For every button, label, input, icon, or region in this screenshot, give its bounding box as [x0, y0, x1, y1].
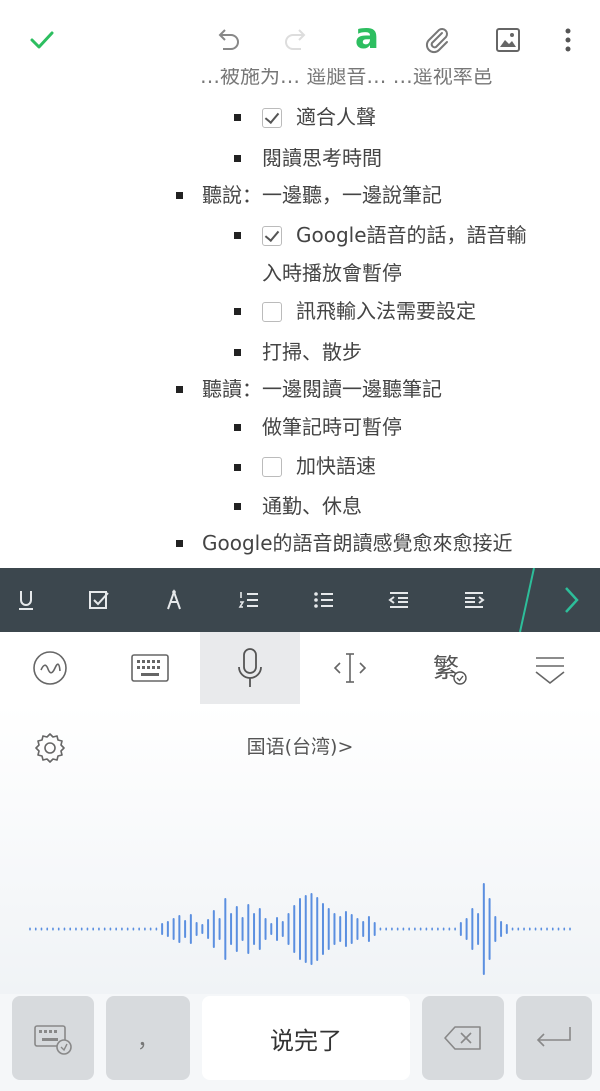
checkbox-unchecked[interactable]: [262, 457, 282, 477]
text-format-button[interactable]: a: [345, 18, 389, 62]
outdent-icon: [388, 592, 408, 608]
bullet: [234, 114, 241, 121]
backspace-key[interactable]: [422, 996, 504, 1080]
underline-button[interactable]: [4, 578, 48, 622]
redo-icon: [285, 29, 306, 50]
keyboard-icon: [131, 654, 169, 682]
voice-waveform: [29, 883, 571, 975]
bulleted-list-button[interactable]: [302, 578, 346, 622]
bullet: [176, 540, 183, 547]
checklist-button[interactable]: [77, 578, 121, 622]
list-item: Google語音的話，語音輸: [296, 223, 527, 247]
list-item: 通勤、休息: [262, 494, 362, 518]
cut-off-line: …被施为… 遥腿音… …遥视率邑: [200, 68, 493, 88]
highlight-button[interactable]: [152, 578, 196, 622]
traditional-simplified-icon: 繁: [433, 654, 467, 685]
insert-image-button[interactable]: [486, 18, 530, 62]
paperclip-icon: [425, 28, 448, 54]
undo-icon: [218, 29, 239, 50]
bullet: [234, 232, 241, 239]
keyboard-switch-icon: [34, 1025, 72, 1055]
indent-icon: [465, 592, 485, 608]
keyboard-tab-bar: 繁: [0, 632, 600, 704]
tab-handwriting[interactable]: [0, 632, 100, 704]
attach-button[interactable]: [415, 18, 459, 62]
list-item: 聽讀：一邊閱讀一邊聽筆記: [202, 377, 442, 401]
more-vertical-icon: [565, 28, 571, 52]
bullet: [234, 349, 241, 356]
bullet: [234, 424, 241, 431]
bullet: [234, 155, 241, 162]
bulleted-list-icon: [314, 592, 333, 608]
undo-button[interactable]: [206, 18, 250, 62]
list-item-continuation: 入時播放會暫停: [262, 261, 402, 285]
underline-icon: [19, 591, 33, 610]
list-item: 做筆記時可暫停: [262, 415, 402, 439]
confirm-button[interactable]: [20, 18, 64, 62]
list-item: 加快語速: [296, 454, 376, 478]
enter-icon: [536, 1027, 571, 1047]
enter-key[interactable]: [516, 996, 592, 1080]
note-body[interactable]: …被施为… 遥腿音… …遥视率邑 適合人聲 閱讀思考時間 聽說：一邊聽，一邊說筆…: [0, 68, 600, 568]
tab-keyboard[interactable]: [100, 632, 200, 704]
list-item: 打掃、散步: [262, 340, 362, 364]
bullet: [234, 308, 241, 315]
tab-voice[interactable]: [200, 632, 300, 704]
text-format-label: a: [354, 16, 380, 57]
list-item: Google的語音朗讀感覺愈來愈接近: [202, 531, 513, 555]
numbered-list-icon: [238, 592, 258, 608]
list-item: 聽說：一邊聽，一邊說筆記: [202, 183, 442, 207]
checkbox-unchecked[interactable]: [262, 302, 282, 322]
bullet: [176, 192, 183, 199]
list-item: 閱讀思考時間: [262, 146, 382, 170]
language-selector[interactable]: 国语(台湾)>: [0, 732, 600, 759]
check-icon: [30, 31, 54, 49]
format-toolbar: [0, 567, 600, 633]
list-item: 訊飛輸入法需要設定: [296, 299, 476, 323]
checkbox-checked[interactable]: [262, 108, 282, 128]
format-next-button[interactable]: [514, 567, 600, 633]
tab-hide-keyboard[interactable]: [500, 632, 600, 704]
voice-input-panel: 国语(台湾)>: [0, 704, 600, 994]
outdent-button[interactable]: [377, 578, 421, 622]
list-item: 適合人聲: [296, 105, 376, 129]
checklist-icon: [89, 591, 109, 609]
bullet: [176, 386, 183, 393]
bullet: [234, 464, 241, 471]
highlight-icon: [167, 588, 181, 610]
checkbox-checked[interactable]: [262, 226, 282, 246]
image-icon: [496, 28, 520, 52]
tab-traditional-simplified[interactable]: 繁: [400, 632, 500, 704]
tab-cursor[interactable]: [300, 632, 400, 704]
more-options-button[interactable]: [546, 18, 590, 62]
redo-button[interactable]: [274, 18, 318, 62]
done-speaking-key[interactable]: 说完了: [202, 996, 410, 1080]
chevron-right-icon: [519, 567, 579, 633]
hide-keyboard-icon: [535, 657, 565, 685]
cursor-icon: [333, 653, 367, 683]
numbered-list-button[interactable]: [227, 578, 271, 622]
comma-key[interactable]: ，: [106, 996, 190, 1080]
switch-keyboard-key[interactable]: [12, 996, 94, 1080]
indent-button[interactable]: [452, 578, 496, 622]
microphone-icon: [238, 648, 262, 687]
backspace-icon: [444, 1026, 481, 1050]
bullet: [234, 503, 241, 510]
handwriting-icon: [33, 651, 67, 685]
